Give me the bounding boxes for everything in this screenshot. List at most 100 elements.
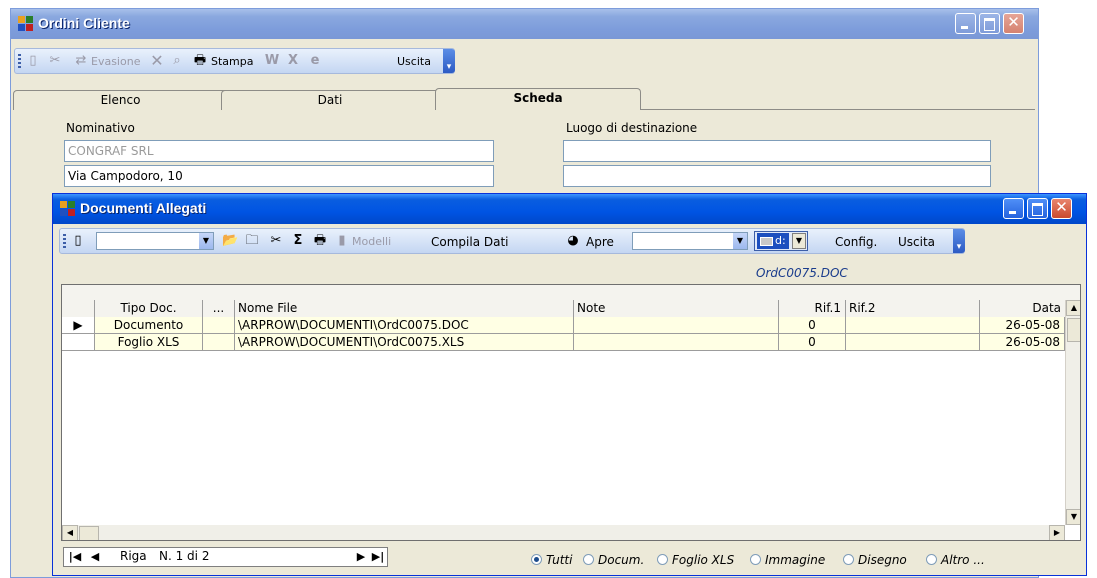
evasione-icon[interactable]: ⇄ — [73, 53, 89, 69]
cut-icon[interactable]: ✂ — [47, 53, 63, 69]
sum-icon[interactable]: Σ — [290, 233, 306, 249]
radio-icon[interactable] — [583, 554, 594, 565]
scroll-up-icon[interactable]: ▲ — [1066, 300, 1080, 316]
ordini-cliente-titlebar[interactable]: Ordini Cliente ✕ — [11, 9, 1038, 39]
next-record-icon[interactable]: ▶ — [352, 549, 370, 565]
filter-altro[interactable]: Altro ... — [926, 553, 985, 567]
new-folder-icon[interactable]: 🗀 — [244, 233, 260, 249]
minimize-button[interactable] — [1003, 198, 1024, 219]
record-navigator: |◀ ◀ Riga N. 1 di 2 ▶ ▶| — [63, 547, 388, 567]
tipo-select[interactable]: ▼ — [96, 232, 214, 250]
close-button[interactable]: ✕ — [1051, 198, 1072, 219]
maximize-button[interactable] — [1027, 198, 1048, 219]
filter-foglio-xls[interactable]: Foglio XLS — [657, 553, 734, 567]
uscita-button[interactable]: Uscita — [898, 233, 935, 251]
web-icon[interactable]: e — [307, 53, 323, 69]
filter-immagine[interactable]: Immagine — [750, 553, 825, 567]
eye-icon[interactable]: ◕ — [565, 233, 581, 249]
drive-select[interactable]: d: ▼ — [754, 231, 808, 251]
apre-button[interactable]: Apre — [586, 233, 614, 251]
modelli-icon[interactable]: ▮ — [334, 233, 350, 249]
horizontal-scroll-thumb[interactable] — [79, 526, 99, 540]
col-tipo-doc[interactable]: Tipo Doc. — [95, 300, 203, 317]
cell-file[interactable]: \ARPROW\DOCUMENTI\OrdC0075.XLS — [235, 334, 574, 351]
filter-tutti[interactable]: Tutti — [531, 553, 572, 567]
apre-select[interactable]: ▼ — [632, 232, 748, 250]
last-record-icon[interactable]: ▶| — [369, 549, 387, 565]
chevron-down-icon[interactable]: ▼ — [199, 233, 213, 249]
cell-tipo[interactable]: Foglio XLS — [95, 334, 203, 351]
cell-file[interactable]: \ARPROW\DOCUMENTI\OrdC0075.DOC — [235, 317, 574, 334]
uscita-button[interactable]: Uscita — [397, 53, 431, 71]
tab-scheda[interactable]: Scheda — [435, 88, 641, 110]
toolbar-overflow-icon[interactable]: ▾ — [443, 49, 455, 73]
cell-rif2[interactable] — [846, 317, 980, 334]
cut-icon[interactable]: ✂ — [268, 233, 284, 249]
col-nome-file[interactable]: Nome File — [235, 300, 574, 317]
col-data[interactable]: Data — [980, 300, 1065, 317]
prev-record-icon[interactable]: ◀ — [86, 549, 104, 565]
toolbar-grip-icon[interactable] — [18, 54, 21, 68]
cell-note[interactable] — [574, 317, 779, 334]
compila-dati-button[interactable]: Compila Dati — [431, 233, 509, 251]
radio-icon[interactable] — [926, 554, 937, 565]
radio-icon[interactable] — [657, 554, 668, 565]
close-button[interactable]: ✕ — [1003, 13, 1024, 34]
print-icon[interactable]: 🖶 — [192, 53, 208, 69]
cell-data[interactable]: 26-05-08 — [980, 317, 1065, 334]
config-button[interactable]: Config. — [835, 233, 877, 251]
word-icon[interactable]: W — [264, 53, 280, 69]
excel-icon[interactable]: X — [285, 53, 301, 69]
col-dots[interactable]: ... — [203, 300, 235, 317]
col-rif2[interactable]: Rif.2 — [846, 300, 980, 317]
cell-data[interactable]: 26-05-08 — [980, 334, 1065, 351]
row-indicator — [62, 334, 95, 351]
delete-icon[interactable]: ✕ — [149, 53, 165, 69]
modelli-button[interactable]: Modelli — [352, 233, 391, 251]
new-document-icon[interactable]: ▯ — [70, 233, 86, 249]
print-icon[interactable]: 🖶 — [312, 233, 328, 249]
minimize-button[interactable] — [955, 13, 976, 34]
radio-selected-icon[interactable] — [531, 554, 542, 565]
cell-tipo[interactable]: Documento — [95, 317, 203, 334]
luogo-field-2[interactable] — [563, 165, 991, 187]
open-folder-icon[interactable]: 📂 — [222, 233, 238, 249]
filter-disegno[interactable]: Disegno — [843, 553, 907, 567]
documenti-allegati-window: Documenti Allegati ✕ ▯ ▼ 📂 🗀 ✂ Σ 🖶 ▮ Mod… — [52, 193, 1087, 576]
scroll-left-icon[interactable]: ◀ — [62, 525, 78, 540]
cell-dots[interactable] — [203, 334, 235, 351]
cell-rif1[interactable]: 0 — [779, 334, 846, 351]
radio-icon[interactable] — [750, 554, 761, 565]
cell-note[interactable] — [574, 334, 779, 351]
documenti-titlebar[interactable]: Documenti Allegati ✕ — [53, 194, 1086, 224]
window-title: Documenti Allegati — [80, 200, 207, 216]
maximize-button[interactable] — [979, 13, 1000, 34]
cell-rif2[interactable] — [846, 334, 980, 351]
tab-elenco[interactable]: Elenco — [13, 90, 228, 110]
cell-dots[interactable] — [203, 317, 235, 334]
chevron-down-icon[interactable]: ▼ — [792, 233, 806, 249]
toolbar-grip-icon[interactable] — [63, 234, 66, 248]
col-rif1[interactable]: Rif.1 — [779, 300, 846, 317]
indirizzo-field[interactable]: Via Campodoro, 10 — [64, 165, 494, 187]
first-record-icon[interactable]: |◀ — [66, 549, 84, 565]
tab-dati[interactable]: Dati — [221, 90, 439, 110]
scroll-right-icon[interactable]: ▶ — [1049, 525, 1065, 540]
row-indicator-header — [62, 300, 95, 317]
nominativo-field[interactable]: CONGRAF SRL — [64, 140, 494, 162]
horizontal-scrollbar[interactable]: ◀ ▶ — [62, 525, 1065, 540]
scroll-down-icon[interactable]: ▼ — [1066, 509, 1080, 525]
vertical-scroll-thumb[interactable] — [1067, 318, 1080, 342]
col-note[interactable]: Note — [574, 300, 779, 317]
evasione-button[interactable]: Evasione — [91, 53, 140, 71]
luogo-field-1[interactable] — [563, 140, 991, 162]
toolbar-overflow-icon[interactable]: ▾ — [953, 229, 965, 253]
find-icon[interactable]: ⌕ — [169, 53, 185, 69]
radio-icon[interactable] — [843, 554, 854, 565]
cell-rif1[interactable]: 0 — [779, 317, 846, 334]
new-icon[interactable]: ▯ — [25, 53, 41, 69]
stampa-button[interactable]: Stampa — [211, 53, 253, 71]
chevron-down-icon[interactable]: ▼ — [733, 233, 747, 249]
filter-docum[interactable]: Docum. — [583, 553, 644, 567]
vertical-scrollbar[interactable]: ▲ ▼ — [1065, 300, 1080, 525]
